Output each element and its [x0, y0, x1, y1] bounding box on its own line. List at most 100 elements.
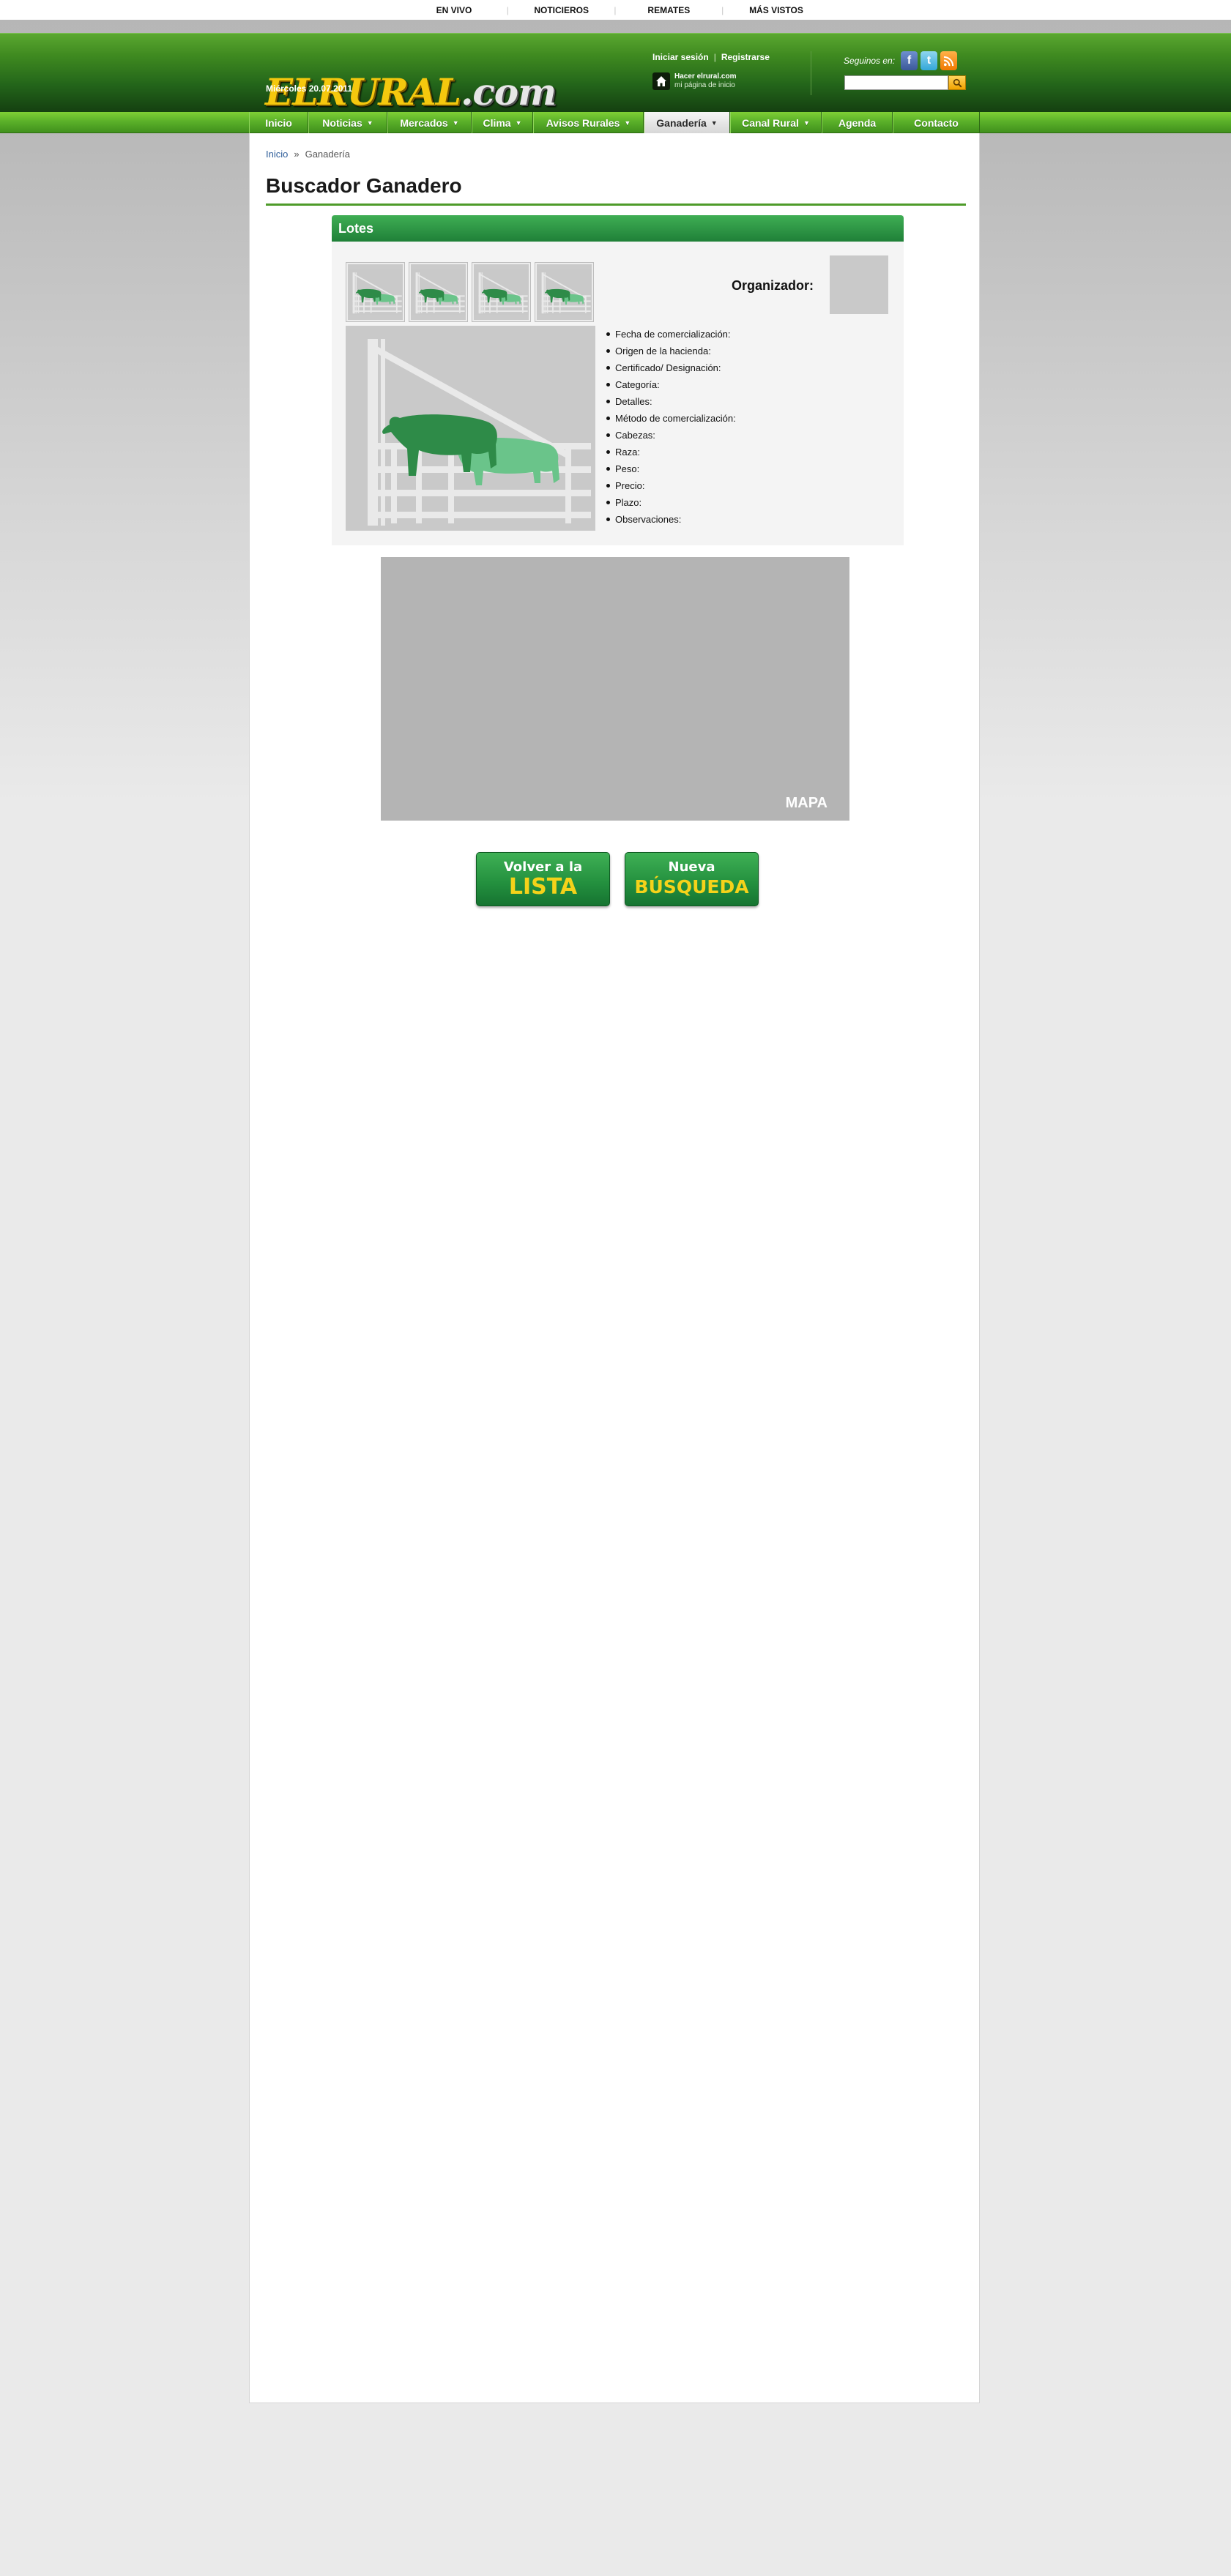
facebook-glyph: f	[907, 54, 912, 67]
search-input[interactable]	[844, 75, 948, 90]
cattle-image	[348, 269, 403, 315]
lot-details-list: Fecha de comercialización: Origen de la …	[606, 326, 736, 528]
login-separator: |	[713, 52, 716, 62]
organizer-logo	[830, 255, 888, 314]
homepage-line1: Hacer elrural.com	[674, 72, 737, 81]
top-links: EN VIVO | NOTICIEROS | REMATES | MÁS VIS…	[410, 0, 820, 20]
nav-item-avisos-rurales[interactable]: Avisos Rurales ▼	[533, 112, 644, 133]
social-follow: Seguinos en: f t	[844, 51, 960, 70]
follow-label: Seguinos en:	[844, 56, 896, 66]
home-icon	[652, 72, 670, 90]
nav-item-inicio[interactable]: Inicio	[249, 112, 308, 133]
map-label: MAPA	[785, 795, 828, 811]
detail-peso: Peso:	[606, 460, 736, 477]
chevron-down-icon: ▼	[515, 119, 522, 127]
top-link-mas-vistos[interactable]: MÁS VISTOS	[732, 5, 820, 15]
lot-thumbnail[interactable]	[535, 262, 594, 322]
top-link-separator: |	[614, 4, 617, 15]
detail-raza: Raza:	[606, 444, 736, 460]
nav-label: Mercados	[400, 116, 448, 129]
login-link[interactable]: Iniciar sesión	[652, 52, 709, 62]
lotes-box: Lotes Organizador: Fecha de comercializa…	[332, 215, 904, 545]
top-link-en-vivo[interactable]: EN VIVO	[410, 5, 498, 15]
top-link-remates[interactable]: REMATES	[625, 5, 713, 15]
search-icon	[953, 78, 962, 87]
facebook-icon[interactable]: f	[901, 51, 918, 70]
back-button-line2: LISTA	[508, 874, 578, 900]
nav-item-contacto[interactable]: Contacto	[893, 112, 980, 133]
nav-label: Agenda	[838, 116, 877, 129]
nav-label: Inicio	[265, 116, 292, 129]
top-link-separator: |	[506, 4, 509, 15]
twitter-glyph: t	[926, 54, 931, 67]
detail-certificado: Certificado/ Designación:	[606, 359, 736, 376]
breadcrumb: Inicio » Ganadería	[266, 149, 350, 160]
new-search-button[interactable]: Nueva BÚSQUEDA	[625, 852, 759, 906]
nav-item-agenda[interactable]: Agenda	[822, 112, 893, 133]
cattle-image	[474, 269, 529, 315]
detail-cabezas: Cabezas:	[606, 427, 736, 444]
cattle-image	[411, 269, 466, 315]
back-to-list-button[interactable]: Volver a la LISTA	[476, 852, 610, 906]
detail-fecha: Fecha de comercialización:	[606, 326, 736, 343]
chevron-down-icon: ▼	[803, 119, 810, 127]
nav-item-ganaderia[interactable]: Ganadería ▼	[644, 112, 730, 133]
nav-item-mercados[interactable]: Mercados ▼	[387, 112, 472, 133]
lot-main-image[interactable]	[346, 326, 595, 531]
rss-icon[interactable]	[940, 51, 958, 70]
top-link-noticieros[interactable]: NOTICIEROS	[518, 5, 606, 15]
lot-thumbnails	[346, 262, 598, 322]
chevron-down-icon: ▼	[452, 119, 459, 127]
new-button-line1: Nueva	[668, 859, 715, 875]
lotes-header: Lotes	[332, 215, 904, 242]
back-button-line1: Volver a la	[503, 859, 583, 875]
lot-thumbnail[interactable]	[472, 262, 531, 322]
cattle-image	[346, 326, 595, 531]
nav-item-noticias[interactable]: Noticias ▼	[308, 112, 387, 133]
twitter-icon[interactable]: t	[921, 51, 938, 70]
detail-precio: Precio:	[606, 477, 736, 494]
top-link-separator: |	[721, 4, 724, 15]
top-strip: EN VIVO | NOTICIEROS | REMATES | MÁS VIS…	[0, 0, 1231, 20]
nav-label: Noticias	[322, 116, 362, 129]
search-button[interactable]	[948, 75, 966, 90]
chevron-down-icon: ▼	[366, 119, 373, 127]
nav-label: Canal Rural	[742, 116, 799, 129]
detail-metodo: Método de comercialización:	[606, 410, 736, 427]
main-nav-items: Inicio Noticias ▼ Mercados ▼ Clima ▼ Avisos…	[249, 112, 980, 133]
search-form	[844, 75, 966, 90]
detail-plazo: Plazo:	[606, 494, 736, 511]
detail-origen: Origen de la hacienda:	[606, 343, 736, 359]
detail-categoria: Categoría:	[606, 376, 736, 393]
nav-label: Contacto	[914, 116, 959, 129]
nav-label: Clima	[483, 116, 511, 129]
breadcrumb-home-link[interactable]: Inicio	[266, 149, 288, 160]
lot-thumbnail[interactable]	[346, 262, 405, 322]
nav-label: Ganadería	[656, 116, 707, 129]
login-links: Iniciar sesión | Registrarse	[652, 52, 770, 62]
breadcrumb-separator: »	[294, 149, 300, 160]
site-header: ELRURAL.com	[0, 33, 1231, 112]
new-button-line2: BÚSQUEDA	[634, 876, 749, 897]
organizer-label: Organizador:	[732, 278, 814, 293]
location-map[interactable]: MAPA	[381, 557, 849, 821]
title-divider	[266, 204, 966, 206]
chevron-down-icon: ▼	[710, 119, 718, 127]
detail-observaciones: Observaciones:	[606, 511, 736, 528]
breadcrumb-current: Ganadería	[305, 149, 351, 160]
header-date: Miércoles 20.07.2011	[266, 83, 353, 94]
main-nav: Inicio Noticias ▼ Mercados ▼ Clima ▼ Avisos…	[0, 112, 1231, 133]
page-title: Buscador Ganadero	[266, 174, 462, 197]
content-panel: Inicio » Ganadería Buscador Ganadero Lotes	[249, 133, 980, 2403]
nav-item-clima[interactable]: Clima ▼	[472, 112, 533, 133]
register-link[interactable]: Registrarse	[721, 52, 770, 62]
nav-item-canal-rural[interactable]: Canal Rural ▼	[730, 112, 822, 133]
detail-detalles: Detalles:	[606, 393, 736, 410]
chevron-down-icon: ▼	[624, 119, 631, 127]
set-homepage-link[interactable]: Hacer elrural.com mi página de inicio	[652, 72, 737, 90]
cattle-image	[537, 269, 592, 315]
homepage-line2: mi página de inicio	[674, 81, 735, 89]
lot-thumbnail[interactable]	[409, 262, 468, 322]
nav-label: Avisos Rurales	[546, 116, 620, 129]
logo-suffix-text: .com	[460, 70, 557, 113]
